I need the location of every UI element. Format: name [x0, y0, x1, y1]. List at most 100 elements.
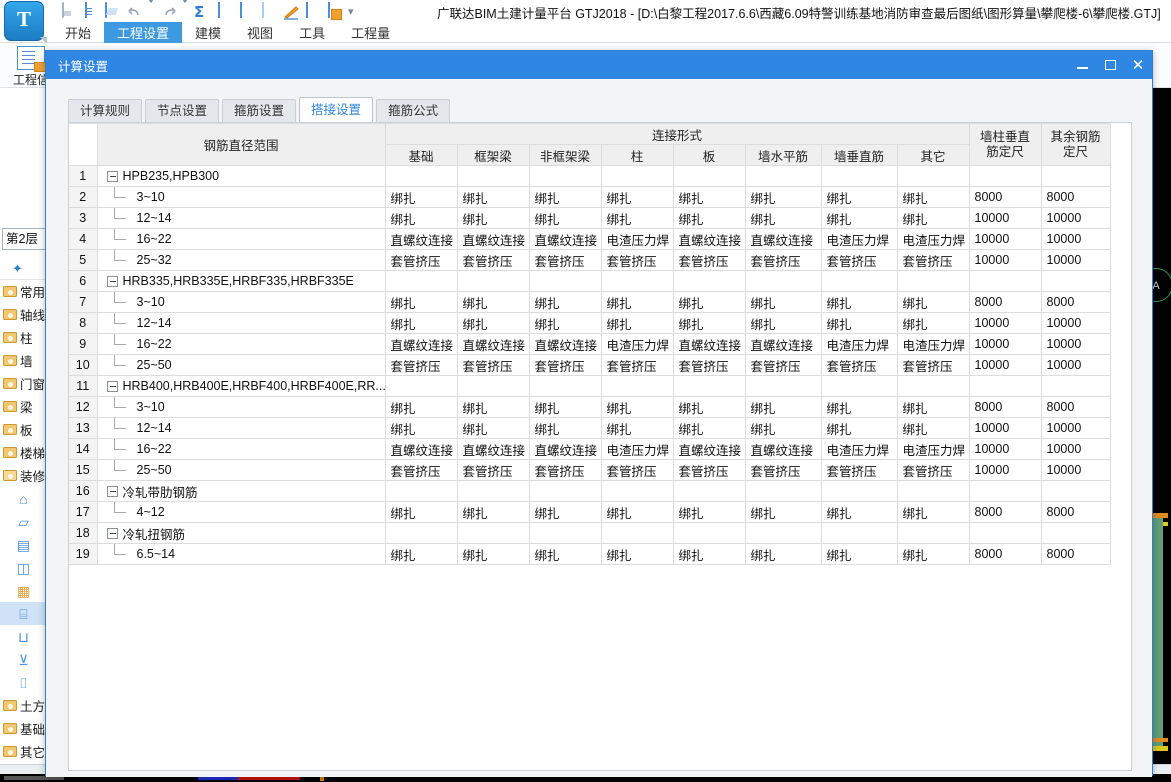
connection-type-cell[interactable] [672, 480, 745, 502]
connection-type-cell[interactable] [384, 270, 457, 292]
connection-type-cell[interactable]: 套管挤压 [744, 354, 821, 376]
connection-type-cell[interactable]: 绑扎 [896, 186, 970, 208]
connection-type-cell[interactable] [820, 522, 897, 544]
connection-type-cell[interactable]: 直螺纹连接 [744, 438, 821, 460]
rebar-diameter-range-cell[interactable]: 12~14 [96, 312, 385, 334]
fixed-length-cell[interactable]: 8000 [1040, 291, 1111, 313]
connection-type-cell[interactable]: 绑扎 [528, 186, 601, 208]
sidebar-item-decoration[interactable]: 装修 [0, 464, 47, 487]
connection-type-cell[interactable] [456, 165, 529, 187]
ribbon-tab-quantities[interactable]: 工程量 [338, 22, 403, 43]
tab-stirrup-formula[interactable]: 箍筋公式 [376, 99, 451, 122]
fixed-length-cell[interactable]: 10000 [968, 312, 1042, 334]
sidebar-item-beam[interactable]: 梁 [0, 395, 47, 418]
connection-type-cell[interactable]: 直螺纹连接 [528, 438, 601, 460]
connection-type-cell[interactable] [672, 270, 745, 292]
ribbon-tab-start[interactable]: 开始 [52, 22, 104, 43]
connection-type-cell[interactable]: 绑扎 [384, 186, 457, 208]
connection-type-cell[interactable] [528, 270, 601, 292]
rebar-diameter-range-cell[interactable]: 25~50 [96, 459, 385, 481]
connection-type-cell[interactable]: 绑扎 [820, 291, 897, 313]
connection-type-cell[interactable]: 绑扎 [896, 501, 970, 523]
check-model-icon[interactable] [216, 2, 234, 21]
connection-type-cell[interactable]: 绑扎 [600, 417, 673, 439]
connection-type-cell[interactable]: 绑扎 [820, 396, 897, 418]
connection-type-cell[interactable]: 直螺纹连接 [672, 228, 745, 250]
rebar-diameter-range-cell[interactable]: 25~50 [96, 354, 385, 376]
add-favorite-icon[interactable]: ✦ [12, 261, 23, 277]
connection-type-cell[interactable] [528, 480, 601, 502]
connection-type-cell[interactable] [384, 522, 457, 544]
connection-type-cell[interactable] [384, 480, 457, 502]
connection-type-cell[interactable] [384, 165, 457, 187]
table-row[interactable]: 12 3~10 绑扎 绑扎 绑扎 绑扎 绑扎 绑扎 绑扎 绑扎 8000 8000 [69, 396, 1111, 418]
table-row[interactable]: 14 16~22 直螺纹连接 直螺纹连接 直螺纹连接 电渣压力焊 直螺纹连接 直螺纹连接 电渣压… [69, 438, 1111, 460]
connection-type-cell[interactable]: 绑扎 [896, 396, 970, 418]
grid-icon[interactable] [304, 2, 322, 21]
connection-type-cell[interactable] [672, 522, 745, 544]
connection-type-cell[interactable]: 绑扎 [456, 417, 529, 439]
connection-type-cell[interactable]: 套管挤压 [384, 249, 457, 271]
table-row[interactable]: 7 3~10 绑扎 绑扎 绑扎 绑扎 绑扎 绑扎 绑扎 绑扎 8000 8000 [69, 291, 1111, 313]
connection-type-cell[interactable]: 套管挤压 [528, 459, 601, 481]
connection-type-cell[interactable]: 直螺纹连接 [384, 333, 457, 355]
connection-type-cell[interactable]: 电渣压力焊 [600, 438, 673, 460]
fixed-length-cell[interactable]: 8000 [968, 501, 1042, 523]
rebar-diameter-range-cell[interactable]: 16~22 [96, 333, 385, 355]
sidebar-item-slab[interactable]: 板 [0, 418, 47, 441]
fixed-length-cell[interactable] [968, 165, 1042, 187]
sidebar-item-other[interactable]: 其它 [0, 740, 47, 763]
connection-type-cell[interactable]: 套管挤压 [456, 354, 529, 376]
connection-type-cell[interactable]: 绑扎 [744, 312, 821, 334]
connection-type-cell[interactable]: 绑扎 [672, 186, 745, 208]
connection-type-cell[interactable]: 套管挤压 [896, 354, 970, 376]
fixed-length-cell[interactable]: 10000 [968, 333, 1042, 355]
fixed-length-cell[interactable] [968, 375, 1042, 397]
table-row[interactable]: 18 冷轧扭钢筋 [69, 522, 1111, 544]
table-row[interactable]: 6 HRB335,HRB335E,HRBF335,HRBF335E [69, 270, 1111, 292]
connection-type-cell[interactable]: 绑扎 [384, 207, 457, 229]
connection-type-cell[interactable]: 直螺纹连接 [672, 333, 745, 355]
connection-type-cell[interactable] [456, 522, 529, 544]
connection-type-cell[interactable]: 绑扎 [384, 501, 457, 523]
connection-type-cell[interactable]: 电渣压力焊 [600, 333, 673, 355]
fixed-length-cell[interactable] [1040, 480, 1111, 502]
connection-type-cell[interactable]: 直螺纹连接 [456, 438, 529, 460]
connection-type-cell[interactable] [820, 375, 897, 397]
rebar-diameter-range-cell[interactable]: 3~10 [96, 396, 385, 418]
redo-icon[interactable] [160, 3, 178, 21]
connection-type-cell[interactable]: 绑扎 [672, 207, 745, 229]
connection-type-cell[interactable] [384, 375, 457, 397]
sidebar-subitem-ceiling[interactable]: ⌸ [0, 602, 47, 625]
connection-type-cell[interactable]: 电渣压力焊 [600, 228, 673, 250]
connection-type-cell[interactable]: 绑扎 [384, 543, 457, 565]
connection-type-cell[interactable]: 绑扎 [744, 207, 821, 229]
connection-type-cell[interactable]: 绑扎 [600, 543, 673, 565]
connection-type-cell[interactable]: 绑扎 [672, 543, 745, 565]
new-document-icon[interactable] [82, 2, 100, 21]
sidebar-subitem-soffit[interactable]: ⊔ [0, 625, 47, 648]
fixed-length-cell[interactable]: 10000 [968, 228, 1042, 250]
connection-type-cell[interactable]: 绑扎 [820, 543, 897, 565]
collapse-icon[interactable] [106, 170, 118, 182]
fixed-length-cell[interactable]: 8000 [1040, 543, 1111, 565]
favorites-row[interactable]: ✦ [0, 256, 47, 280]
fixed-length-cell[interactable]: 10000 [1040, 312, 1111, 334]
connection-type-cell[interactable]: 绑扎 [456, 207, 529, 229]
connection-type-cell[interactable] [744, 480, 821, 502]
maximize-icon[interactable] [1096, 51, 1124, 79]
connection-type-cell[interactable]: 绑扎 [456, 312, 529, 334]
connection-type-cell[interactable] [600, 375, 673, 397]
connection-type-cell[interactable]: 直螺纹连接 [384, 228, 457, 250]
rebar-diameter-range-cell[interactable]: 3~10 [96, 291, 385, 313]
connection-type-cell[interactable]: 套管挤压 [384, 459, 457, 481]
sidebar-item-door-window[interactable]: 门窗 [0, 372, 47, 395]
rebar-diameter-range-cell[interactable]: HRB335,HRB335E,HRBF335,HRBF335E [96, 270, 385, 292]
redo-dropdown-icon[interactable] [182, 0, 190, 21]
minimize-icon[interactable] [1068, 51, 1096, 79]
sidebar-subitem-wall-finish[interactable]: ◫ [0, 556, 47, 579]
connection-type-cell[interactable]: 直螺纹连接 [456, 333, 529, 355]
table-row[interactable]: 15 25~50 套管挤压 套管挤压 套管挤压 套管挤压 套管挤压 套管挤压 套管挤压 套管挤压 1… [69, 459, 1111, 481]
rebar-diameter-range-cell[interactable]: 冷轧带肋钢筋 [96, 480, 385, 502]
connection-type-cell[interactable]: 绑扎 [528, 312, 601, 334]
